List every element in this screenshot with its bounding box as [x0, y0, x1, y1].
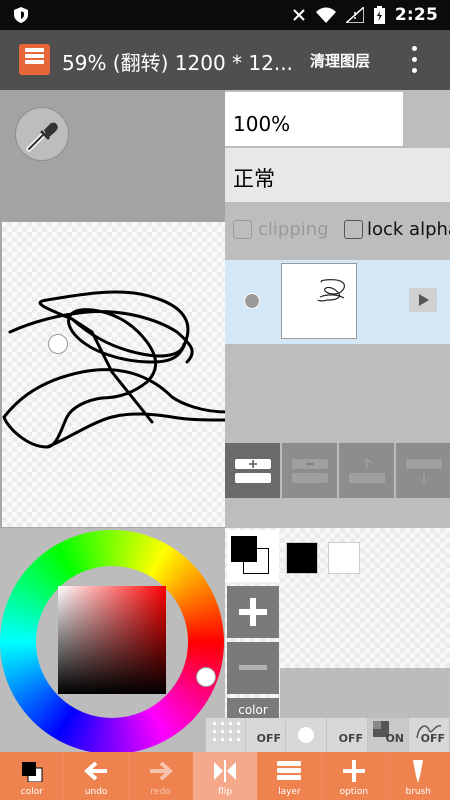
layer-panel: 100% 正常 clipping lock alpha — [225, 90, 450, 528]
wifi-icon — [315, 7, 336, 23]
clipping-checkbox[interactable] — [233, 220, 252, 239]
layers-icon — [277, 761, 302, 780]
layer-thumbnail-image — [317, 279, 346, 302]
delete-layer-button[interactable] — [282, 443, 337, 498]
brush-button[interactable]: brush — [386, 752, 450, 800]
tone-state-label: ON — [385, 732, 404, 745]
color-tool-label: color — [20, 787, 43, 797]
flip-button[interactable]: flip — [193, 752, 257, 800]
layer-label: layer — [278, 787, 301, 797]
saturation-value-handle[interactable] — [48, 334, 68, 354]
status-icons: 2:25 — [292, 5, 438, 25]
eyedropper-button[interactable] — [15, 107, 69, 161]
grid-toggle[interactable] — [206, 718, 246, 752]
undo-button[interactable]: undo — [64, 752, 128, 800]
signal-icon — [345, 7, 364, 23]
grid-state-label: OFF — [256, 732, 281, 745]
battery-icon — [373, 6, 385, 24]
stroke-state-label: OFF — [420, 732, 445, 745]
delete-layer-icon — [292, 459, 328, 483]
brush-label: brush — [405, 787, 431, 797]
current-color-indicator[interactable] — [227, 530, 279, 582]
blend-mode-select[interactable]: 正常 — [225, 148, 450, 202]
option-button[interactable]: option — [322, 752, 386, 800]
layer-item[interactable] — [225, 260, 450, 344]
stroke-toggle[interactable]: OFF — [409, 718, 450, 752]
remove-swatch-button[interactable] — [227, 642, 279, 694]
undo-arrow-icon — [84, 761, 108, 781]
color-picker-area — [0, 528, 225, 754]
option-label: option — [339, 787, 369, 797]
clean-layers-button[interactable]: 清理图层 — [310, 50, 370, 71]
status-bar: 2:25 — [0, 0, 450, 30]
dot-state[interactable]: OFF — [327, 718, 368, 752]
layer-button[interactable]: layer — [257, 752, 322, 800]
undo-label: undo — [84, 787, 108, 797]
shield-icon — [14, 7, 28, 23]
clipping-label: clipping — [258, 219, 329, 240]
layer-play-icon[interactable] — [409, 288, 437, 312]
lock-alpha-label: lock alpha — [367, 219, 450, 240]
overflow-menu-icon[interactable] — [404, 44, 424, 76]
color-tool-button[interactable]: color — [0, 752, 64, 800]
layer-options-row: clipping lock alpha — [225, 216, 450, 246]
saturation-value-square[interactable] — [58, 586, 166, 694]
swatch-white[interactable] — [328, 542, 360, 574]
swatch-black[interactable] — [286, 542, 318, 574]
add-layer-icon — [235, 459, 271, 483]
move-up-icon — [349, 457, 385, 483]
redo-button[interactable]: redo — [128, 752, 193, 800]
flip-icon — [213, 760, 236, 782]
app-logo-icon[interactable] — [19, 44, 50, 75]
status-time: 2:25 — [394, 5, 438, 25]
dot-toggle[interactable] — [286, 718, 327, 752]
dot-state-label: OFF — [338, 732, 363, 745]
eyedropper-icon — [26, 122, 58, 152]
move-down-icon — [406, 459, 442, 485]
network-icon — [293, 9, 305, 21]
layer-opacity-field[interactable]: 100% — [225, 92, 403, 146]
workspace: 100% 正常 clipping lock alpha color OFF OF… — [0, 90, 450, 754]
plus-icon — [342, 760, 365, 782]
redo-label: redo — [150, 787, 171, 797]
foreground-color — [231, 536, 257, 562]
brush-icon — [413, 760, 424, 783]
bottom-toolbar: color undo redo flip layer option brush — [0, 752, 450, 800]
layer-tools — [225, 443, 450, 498]
move-layer-up-button[interactable] — [339, 443, 394, 498]
flip-label: flip — [218, 787, 232, 797]
dot-icon — [298, 727, 314, 743]
grid-icon — [213, 722, 240, 741]
redo-arrow-icon — [149, 761, 173, 781]
lock-alpha-checkbox[interactable] — [344, 220, 363, 239]
toggle-toolbar: OFF OFF ON OFF — [206, 718, 450, 752]
color-swatch-icon — [21, 762, 43, 782]
drawing-canvas[interactable] — [2, 222, 229, 527]
layer-thumbnail[interactable] — [281, 263, 357, 339]
add-swatch-button[interactable] — [227, 586, 279, 638]
move-layer-down-button[interactable] — [396, 443, 450, 498]
layer-visibility-radio[interactable] — [244, 293, 260, 309]
add-layer-button[interactable] — [225, 443, 280, 498]
canvas-strokes — [2, 290, 229, 449]
app-bar: 59% (翻转) 1200 * 12... 清理图层 — [0, 30, 450, 90]
page-title: 59% (翻转) 1200 * 12... — [62, 51, 293, 75]
tone-toggle[interactable]: ON — [368, 718, 409, 752]
grid-state[interactable]: OFF — [246, 718, 286, 752]
hue-handle[interactable] — [196, 667, 216, 687]
